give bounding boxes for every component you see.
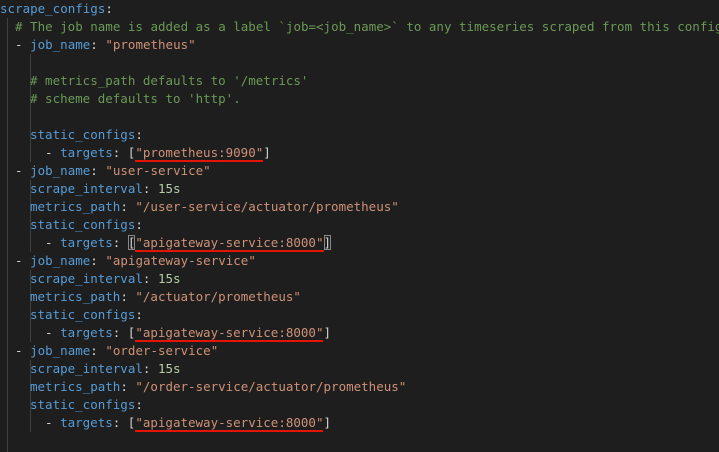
code-line[interactable]: - targets: ["prometheus:9090"] (45, 144, 271, 162)
key: scrape_interval (30, 271, 143, 286)
string-value: "apigateway-service" (105, 253, 256, 268)
key: static_configs (30, 127, 136, 142)
code-line[interactable]: - job_name: "order-service" (15, 342, 218, 360)
string-value: "/actuator/prometheus" (135, 289, 301, 304)
code-line[interactable]: scrape_interval: 15s (30, 180, 181, 198)
key: targets (60, 325, 113, 340)
red-underline (135, 430, 324, 432)
code-line[interactable]: static_configs: (30, 306, 143, 324)
code-line[interactable]: # The job name is added as a label `job=… (15, 18, 719, 36)
code-line[interactable]: - targets: ["apigateway-service:8000"] (45, 414, 331, 432)
number-value: 15s (157, 181, 181, 196)
string-value: "/user-service/actuator/prometheus" (135, 199, 399, 214)
target-value: "prometheus:9090" (135, 145, 264, 162)
code-line[interactable]: metrics_path: "/user-service/actuator/pr… (30, 198, 399, 216)
comment: # scheme defaults to 'http'. (30, 91, 241, 106)
key: scrape_interval (30, 181, 143, 196)
key: metrics_path (30, 379, 121, 394)
key: static_configs (30, 217, 136, 232)
code-line[interactable]: - job_name: "prometheus" (15, 36, 196, 54)
code-line[interactable]: # scheme defaults to 'http'. (30, 90, 241, 108)
key: metrics_path (30, 289, 121, 304)
key: job_name (30, 253, 91, 268)
code-line[interactable]: - job_name: "user-service" (15, 162, 211, 180)
string-value: "/order-service/actuator/prometheus" (135, 379, 407, 394)
code-line[interactable]: static_configs: (30, 216, 143, 234)
string-value: "order-service" (105, 343, 219, 358)
number-value: 15s (157, 361, 181, 376)
key: job_name (30, 163, 91, 178)
indent-guide (30, 54, 31, 162)
code-line[interactable]: - targets: ["apigateway-service:8000"] (45, 324, 331, 342)
key: job_name (30, 343, 91, 358)
key: metrics_path (30, 199, 121, 214)
code-line[interactable]: metrics_path: "/actuator/prometheus" (30, 288, 301, 306)
string-value: "prometheus" (105, 37, 196, 52)
code-line[interactable]: metrics_path: "/order-service/actuator/p… (30, 378, 406, 396)
code-line[interactable]: scrape_interval: 15s (30, 270, 181, 288)
key: static_configs (30, 307, 136, 322)
code-line[interactable]: scrape_interval: 15s (30, 360, 181, 378)
target-value: "apigateway-service:8000" (135, 325, 324, 342)
target-value: "apigateway-service:8000" (135, 415, 324, 432)
code-line[interactable]: scrape_configs: (0, 0, 113, 18)
code-line[interactable]: static_configs: (30, 126, 143, 144)
number-value: 15s (157, 271, 181, 286)
code-editor[interactable]: scrape_configs: # The job name is added … (0, 0, 719, 452)
comment: # metrics_path defaults to '/metrics' (30, 73, 309, 88)
string-value: "user-service" (105, 163, 211, 178)
bracket-match: ] (323, 235, 332, 250)
key: targets (60, 145, 113, 160)
code-line[interactable]: - job_name: "apigateway-service" (15, 252, 256, 270)
indent-guide (7, 18, 8, 452)
code-line[interactable]: - targets: ["apigateway-service:8000"] (45, 234, 332, 252)
code-line[interactable]: # metrics_path defaults to '/metrics' (30, 72, 308, 90)
key: static_configs (30, 397, 136, 412)
comment: # The job name is added as a label `job=… (15, 19, 719, 34)
code-line[interactable]: static_configs: (30, 396, 143, 414)
key: targets (60, 235, 113, 250)
root-key: scrape_configs (0, 1, 106, 16)
key: job_name (30, 37, 91, 52)
key: targets (60, 415, 113, 430)
target-value: "apigateway-service:8000" (135, 235, 324, 252)
key: scrape_interval (30, 361, 143, 376)
